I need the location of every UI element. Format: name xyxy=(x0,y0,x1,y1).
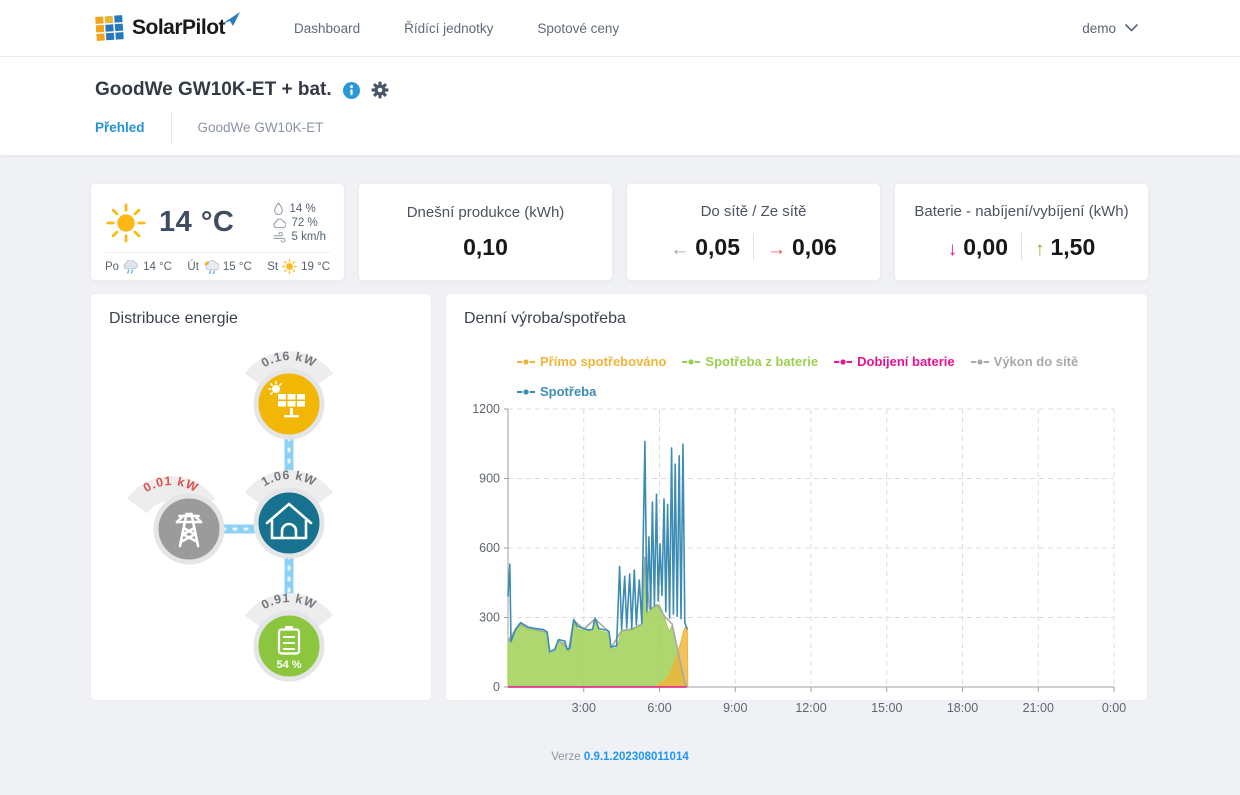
value-divider xyxy=(1021,233,1022,261)
svg-text:1200: 1200 xyxy=(472,402,500,416)
distribution-title: Distribuce energie xyxy=(109,310,413,328)
legend-label: Dobíjení baterie xyxy=(857,354,955,369)
brand-name: SolarPilot xyxy=(132,16,225,40)
sun-icon xyxy=(282,259,297,274)
to-grid-value: ←0,05 xyxy=(670,234,740,261)
cloudiness-stat: 72 % xyxy=(273,217,326,229)
production-value: 0,10 xyxy=(463,234,508,261)
page-title: GoodWe GW10K-ET + bat. xyxy=(95,79,332,101)
battery-energy-title: Baterie - nabíjení/vybíjení (kWh) xyxy=(914,203,1128,220)
svg-text:0: 0 xyxy=(493,680,500,694)
main-nav: Dashboard Řídící jednotky Spotové ceny xyxy=(294,21,619,36)
legend-marker-icon xyxy=(516,387,536,397)
brand-logo[interactable]: SolarPilot xyxy=(95,15,252,41)
sun-rain-cloud-icon xyxy=(203,260,219,274)
production-card: Dnešní produkce (kWh) 0,10 xyxy=(358,183,613,281)
legend-marker-icon xyxy=(516,357,536,367)
value-divider xyxy=(753,233,754,261)
logo-arrow-icon xyxy=(222,12,242,27)
tab-goodwe-gw10k[interactable]: GoodWe GW10K-ET xyxy=(198,120,324,145)
wind-stat: 5 km/h xyxy=(273,231,326,243)
legend-marker-icon xyxy=(833,357,853,367)
forecast-day: Po 14 °C xyxy=(105,259,172,274)
dashboard-content: 14 °C 14 % 72 % xyxy=(0,155,1240,763)
nav-item-control-units[interactable]: Řídící jednotky xyxy=(404,21,493,36)
rain-cloud-icon xyxy=(123,260,139,274)
weather-forecast: Po 14 °C Út xyxy=(105,252,330,274)
sun-icon xyxy=(105,202,147,244)
chart-title: Denní výroba/spotřeba xyxy=(464,310,1129,328)
legend-label: Spotřeba z baterie xyxy=(705,354,818,369)
forecast-day: St 19 °C xyxy=(267,259,330,274)
from-grid-value: →0,06 xyxy=(767,234,837,261)
arrow-right-icon: → xyxy=(767,239,786,260)
arrow-down-icon: ↓ xyxy=(948,239,958,260)
legend-item[interactable]: Spotřeba z baterie xyxy=(681,354,818,369)
tab-divider xyxy=(171,113,172,143)
nav-item-spot-prices[interactable]: Spotové ceny xyxy=(537,21,619,36)
battery-soc-label: 54 % xyxy=(276,659,301,671)
current-temperature: 14 °C xyxy=(159,206,234,239)
legend-item[interactable]: Spotřeba xyxy=(516,384,596,399)
header-tabs: Přehled GoodWe GW10K-ET xyxy=(95,117,1145,147)
grid-node[interactable] xyxy=(156,496,222,562)
droplet-icon xyxy=(273,202,284,215)
svg-text:300: 300 xyxy=(479,611,500,625)
daily-production-panel: Denní výroba/spotřeba Přímo spotřebováno… xyxy=(445,293,1148,701)
legend-marker-icon xyxy=(681,357,701,367)
cloud-icon xyxy=(273,218,286,229)
battery-charge-value: ↓0,00 xyxy=(948,234,1008,261)
legend-item[interactable]: Dobíjení baterie xyxy=(833,354,955,369)
legend-label: Přímo spotřebováno xyxy=(540,354,666,369)
version-footer: Verze 0.9.1.202308011014 xyxy=(90,751,1150,763)
svg-text:900: 900 xyxy=(479,472,500,486)
chevron-down-icon xyxy=(1125,24,1138,32)
legend-label: Výkon do sítě xyxy=(994,354,1079,369)
grid-exchange-card: Do sítě / Ze sítě ←0,05 →0,06 xyxy=(626,183,881,281)
legend-label: Spotřeba xyxy=(540,384,596,399)
arrow-up-icon: ↑ xyxy=(1035,239,1045,260)
grid-exchange-title: Do sítě / Ze sítě xyxy=(701,203,807,220)
chart-legend: Přímo spotřebováno Spotřeba z baterie Dobí… xyxy=(516,354,1129,399)
svg-text:18:00: 18:00 xyxy=(947,701,978,715)
battery-node[interactable]: 54 % xyxy=(256,613,322,679)
production-title: Dnešní produkce (kWh) xyxy=(407,204,565,221)
solar-panel-logo-icon xyxy=(95,15,125,41)
battery-energy-card: Baterie - nabíjení/vybíjení (kWh) ↓0,00 … xyxy=(894,183,1149,281)
version-number[interactable]: 0.9.1.202308011014 xyxy=(584,751,689,763)
energy-distribution-panel: Distribuce energie xyxy=(90,293,432,701)
svg-text:0:00: 0:00 xyxy=(1102,701,1126,715)
svg-text:600: 600 xyxy=(479,541,500,555)
weather-card: 14 °C 14 % 72 % xyxy=(90,183,345,281)
solar-node[interactable] xyxy=(256,371,322,437)
legend-item[interactable]: Výkon do sítě xyxy=(970,354,1079,369)
legend-item[interactable]: Přímo spotřebováno xyxy=(516,354,666,369)
svg-text:9:00: 9:00 xyxy=(723,701,747,715)
daily-production-chart: 0 300 600 900 1200 3:00 6:00 9:00 12:00 15:00 18:0… xyxy=(464,401,1128,721)
svg-text:3:00: 3:00 xyxy=(572,701,596,715)
battery-discharge-value: ↑1,50 xyxy=(1035,234,1095,261)
gear-icon[interactable] xyxy=(371,81,389,99)
svg-text:21:00: 21:00 xyxy=(1023,701,1054,715)
version-label: Verze xyxy=(551,751,580,763)
solarpilot-dashboard: SolarPilot Dashboard Řídící jednotky Spo… xyxy=(0,0,1240,795)
svg-text:12:00: 12:00 xyxy=(795,701,826,715)
legend-marker-icon xyxy=(970,357,990,367)
humidity-stat: 14 % xyxy=(273,202,326,215)
nav-item-dashboard[interactable]: Dashboard xyxy=(294,21,360,36)
svg-text:6:00: 6:00 xyxy=(647,701,671,715)
svg-text:15:00: 15:00 xyxy=(871,701,902,715)
user-name: demo xyxy=(1082,21,1116,36)
page-header: GoodWe GW10K-ET + bat. Přehled Goo xyxy=(0,57,1240,155)
arrow-left-icon: ← xyxy=(670,239,689,260)
user-menu[interactable]: demo xyxy=(1082,21,1138,36)
energy-flow-diagram: 0.16 kW 0.01 kW 1.06 kW 0.91 kW xyxy=(109,332,415,692)
forecast-day: Út 15 °C xyxy=(187,259,251,274)
house-node[interactable] xyxy=(256,490,322,556)
tab-overview[interactable]: Přehled xyxy=(95,120,145,145)
top-navbar: SolarPilot Dashboard Řídící jednotky Spo… xyxy=(0,0,1240,57)
info-icon[interactable] xyxy=(343,82,360,99)
wind-icon xyxy=(273,232,286,243)
